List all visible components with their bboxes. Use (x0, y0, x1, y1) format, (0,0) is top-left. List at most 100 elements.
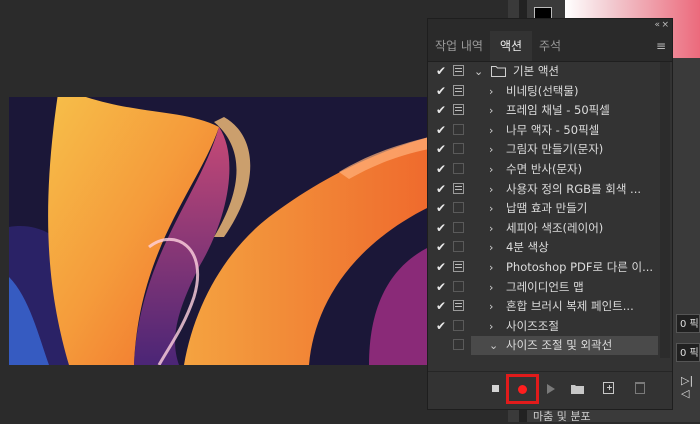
action-label-cell[interactable]: › 사이즈조절 (471, 317, 658, 336)
toggle-dialog-icon[interactable] (453, 182, 464, 194)
chevron-right-icon[interactable]: › (489, 101, 493, 120)
toggle-dialog-icon[interactable] (453, 84, 464, 96)
action-label-cell[interactable]: › 세피아 색조(레이어) (471, 219, 658, 238)
chevron-right-icon[interactable]: › (489, 180, 493, 199)
action-label: 사용자 정의 RGB를 회색 ... (506, 181, 642, 196)
toggle-dialog-icon[interactable] (453, 65, 464, 76)
action-row[interactable]: ⌄ 사이즈 조절 및 외곽선 (428, 336, 672, 356)
delete-button[interactable] (635, 382, 645, 394)
toggle-item-checkbox[interactable]: ✔ (434, 278, 448, 297)
toggle-item-checkbox[interactable]: ✔ (434, 82, 448, 101)
action-label-cell[interactable]: › 나무 액자 - 50픽셀 (471, 121, 658, 140)
action-label: Photoshop PDF로 다른 이... (506, 260, 654, 274)
new-action-button[interactable] (603, 382, 614, 394)
spacing-field-2[interactable]: 0 픽 (676, 343, 700, 362)
action-label-cell[interactable]: › 납땜 효과 만들기 (471, 199, 658, 218)
toggle-item-checkbox[interactable]: ✔ (434, 258, 448, 277)
toggle-item-checkbox[interactable]: ✔ (434, 140, 448, 159)
toggle-item-checkbox[interactable]: ✔ (434, 199, 448, 218)
toggle-dialog-icon[interactable] (453, 339, 464, 351)
panel-titlebar[interactable]: « × (428, 19, 672, 31)
chevron-right-icon[interactable]: › (489, 238, 493, 257)
actions-panel: « × 작업 내역 액션 주석 ≡ ✔ ⌄ 기본 액션 ✔ › 비네팅(선택물) ✔ › 프레임… (427, 18, 673, 410)
toggle-dialog-icon[interactable] (453, 221, 464, 233)
toggle-item-checkbox[interactable]: ✔ (434, 297, 448, 316)
toggle-item-checkbox[interactable]: ✔ (434, 121, 448, 140)
close-icon[interactable]: × (661, 19, 669, 31)
chevron-right-icon[interactable]: › (489, 140, 493, 159)
scrollbar[interactable] (660, 62, 670, 358)
action-row[interactable]: ✔ › 비네팅(선택물) (428, 82, 672, 101)
action-row[interactable]: ✔ › 사용자 정의 RGB를 회색 ... (428, 180, 672, 199)
toggle-item-checkbox[interactable]: ✔ (434, 219, 448, 238)
action-label-cell[interactable]: › 프레임 채널 - 50픽셀 (471, 101, 658, 120)
toggle-item-checkbox[interactable]: ✔ (434, 180, 448, 199)
toggle-dialog-icon[interactable] (453, 202, 464, 214)
toggle-dialog-icon[interactable] (453, 300, 464, 312)
tab-actions[interactable]: 액션 (490, 31, 532, 61)
distribute-icon[interactable]: ▷|◁ (681, 374, 700, 400)
chevron-down-icon[interactable]: ⌄ (489, 336, 498, 355)
action-set-label: 기본 액션 (513, 64, 559, 78)
action-row[interactable]: ✔ › 세피아 색조(레이어) (428, 219, 672, 238)
toggle-dialog-icon[interactable] (453, 241, 464, 253)
action-label-cell[interactable]: › 그레이디언트 맵 (471, 278, 658, 297)
tab-notes[interactable]: 주석 (532, 31, 568, 61)
toggle-item-checkbox[interactable] (434, 336, 448, 355)
chevron-right-icon[interactable]: › (489, 258, 493, 277)
toggle-dialog-icon[interactable] (453, 280, 464, 292)
toggle-item-checkbox[interactable]: ✔ (434, 62, 448, 81)
action-label-cell[interactable]: ⌄ 기본 액션 (471, 62, 658, 81)
action-row[interactable]: ✔ › 4분 색상 (428, 238, 672, 257)
spacing-field-1[interactable]: 0 픽 (676, 314, 700, 333)
chevron-right-icon[interactable]: › (489, 82, 493, 101)
action-label: 프레임 채널 - 50픽셀 (506, 103, 610, 118)
action-label-cell[interactable]: › 수면 반사(문자) (471, 160, 658, 179)
new-set-button[interactable] (571, 384, 584, 394)
toggle-item-checkbox[interactable]: ✔ (434, 317, 448, 336)
action-row[interactable]: ✔ › 납땜 효과 만들기 (428, 199, 672, 218)
tab-history[interactable]: 작업 내역 (428, 31, 490, 61)
toggle-item-checkbox[interactable]: ✔ (434, 238, 448, 257)
action-label: 그림자 만들기(문자) (506, 142, 604, 157)
action-label: 사이즈조절 (506, 318, 559, 333)
chevron-right-icon[interactable]: › (489, 297, 493, 316)
action-row[interactable]: ✔ › 나무 액자 - 50픽셀 (428, 121, 672, 140)
toggle-dialog-icon[interactable] (453, 319, 464, 331)
chevron-right-icon[interactable]: › (489, 121, 493, 140)
action-label-cell[interactable]: › 사용자 정의 RGB를 회색 ... (471, 180, 658, 199)
toggle-dialog-icon[interactable] (453, 261, 464, 272)
chevron-right-icon[interactable]: › (489, 160, 493, 179)
toggle-item-checkbox[interactable]: ✔ (434, 101, 448, 120)
action-label-cell[interactable]: ⌄ 사이즈 조절 및 외곽선 (471, 336, 658, 356)
action-row[interactable]: ✔ › 혼합 브러시 복제 페인트... (428, 297, 672, 316)
action-label-cell[interactable]: › 4분 색상 (471, 238, 658, 257)
record-button[interactable] (518, 385, 527, 394)
action-label-cell[interactable]: › Photoshop PDF로 다른 이... (471, 258, 658, 277)
action-row[interactable]: ✔ › 그레이디언트 맵 (428, 278, 672, 297)
action-label: 혼합 브러시 복제 페인트... (506, 299, 634, 314)
action-label-cell[interactable]: › 혼합 브러시 복제 페인트... (471, 297, 658, 316)
action-row[interactable]: ✔ › 그림자 만들기(문자) (428, 140, 672, 159)
chevron-right-icon[interactable]: › (489, 317, 493, 336)
panel-menu-icon[interactable]: ≡ (656, 39, 666, 53)
toggle-item-checkbox[interactable]: ✔ (434, 160, 448, 179)
action-row[interactable]: ✔ › 수면 반사(문자) (428, 160, 672, 179)
action-set-row[interactable]: ✔ ⌄ 기본 액션 (428, 62, 672, 81)
stop-button[interactable] (492, 385, 499, 392)
chevron-right-icon[interactable]: › (489, 199, 493, 218)
action-label-cell[interactable]: › 그림자 만들기(문자) (471, 140, 658, 159)
action-row[interactable]: ✔ › 사이즈조절 (428, 317, 672, 336)
play-button[interactable] (547, 384, 555, 394)
toggle-dialog-icon[interactable] (453, 104, 464, 116)
toggle-dialog-icon[interactable] (453, 123, 464, 135)
toggle-dialog-icon[interactable] (453, 163, 464, 174)
action-label-cell[interactable]: › 비네팅(선택물) (471, 82, 658, 101)
chevron-right-icon[interactable]: › (489, 219, 493, 238)
action-row[interactable]: ✔ › 프레임 채널 - 50픽셀 (428, 101, 672, 120)
collapse-icon[interactable]: « (654, 19, 660, 31)
chevron-down-icon[interactable]: ⌄ (474, 62, 483, 81)
action-row[interactable]: ✔ › Photoshop PDF로 다른 이... (428, 258, 672, 277)
toggle-dialog-icon[interactable] (453, 143, 464, 155)
chevron-right-icon[interactable]: › (489, 278, 493, 297)
